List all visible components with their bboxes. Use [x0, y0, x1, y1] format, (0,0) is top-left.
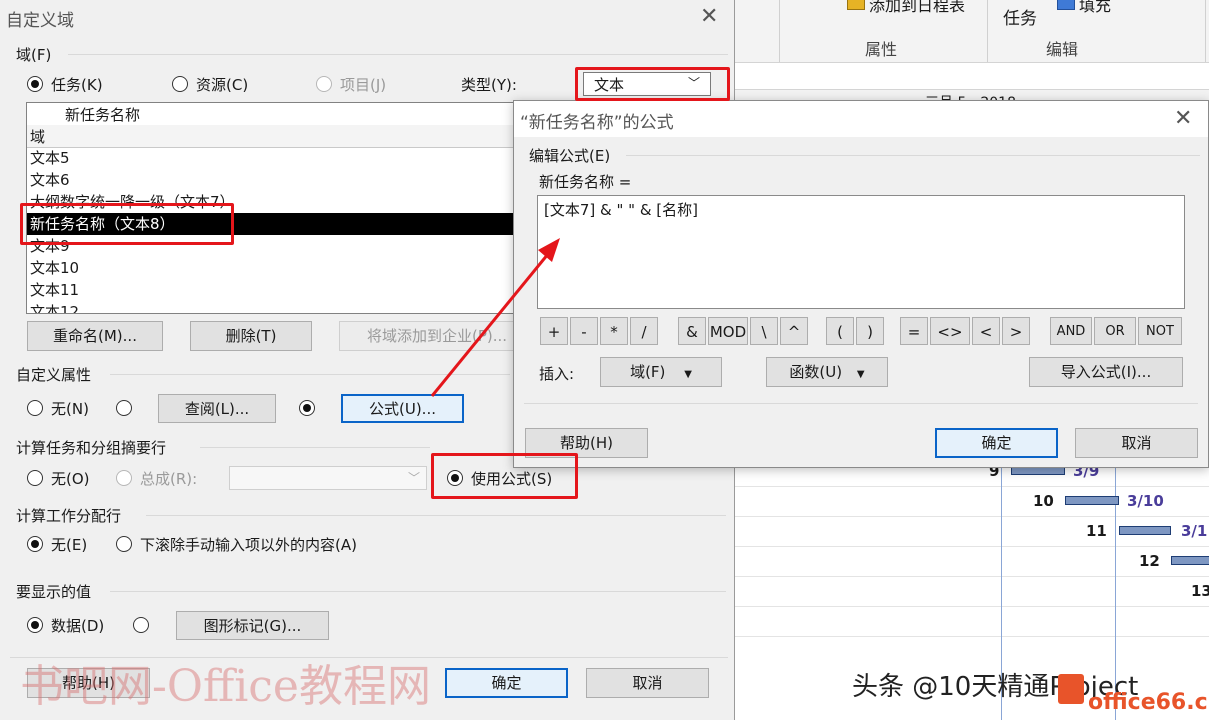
annotation-arrow [430, 238, 560, 397]
annotation-arrow-head [538, 238, 560, 262]
annotation-arrow-line [430, 253, 550, 397]
watermark-logo: office66.cn [1088, 690, 1209, 715]
office-logo-icon [1058, 674, 1084, 704]
watermark-left: 书吧网-Office教程网 [20, 661, 431, 712]
